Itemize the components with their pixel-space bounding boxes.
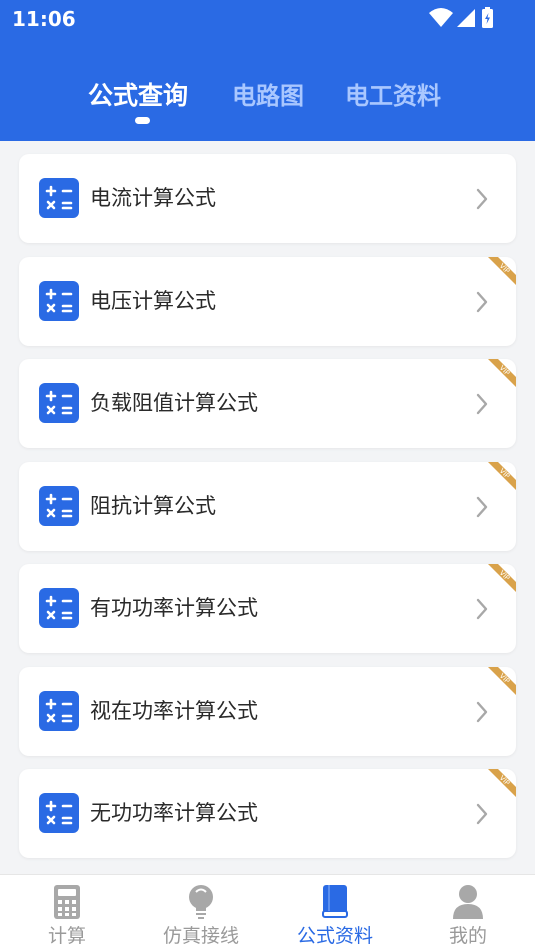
vip-badge: VIP (488, 256, 516, 285)
formula-card[interactable]: 电压计算公式 VIP (19, 256, 516, 346)
lightbulb-icon (189, 885, 213, 919)
calculator-formula-icon (39, 690, 79, 731)
formula-label: 视在功率计算公式 (90, 698, 258, 723)
formula-card[interactable]: 无功功率计算公式 VIP (19, 769, 516, 858)
formula-label: 阻抗计算公式 (90, 493, 216, 518)
chevron-right-icon (476, 803, 488, 825)
chevron-right-icon (476, 496, 488, 517)
chevron-right-icon (476, 701, 488, 722)
calculator-icon (54, 885, 80, 919)
header: 11:06 公式查询 电路图 电工资料 (0, 0, 535, 141)
nav-label-simulation: 仿真接线 (162, 925, 239, 947)
chevron-right-icon (476, 188, 488, 210)
top-tabs: 公式查询 电路图 电工资料 (0, 70, 535, 130)
tab-formula-query[interactable]: 公式查询 (88, 76, 188, 112)
vip-badge: VIP (488, 666, 516, 695)
vip-badge: VIP (488, 359, 516, 387)
chevron-right-icon (476, 598, 488, 620)
nav-item-calculate[interactable]: 计算 (0, 875, 134, 951)
formula-card[interactable]: 阻抗计算公式 VIP (19, 461, 516, 551)
status-icons (429, 7, 493, 28)
battery-charging-icon (482, 7, 493, 28)
bottom-nav: 计算 仿真接线 公式资料 我的 (0, 874, 535, 951)
vip-badge: VIP (488, 564, 516, 592)
formula-card[interactable]: 视在功率计算公式 VIP (19, 666, 516, 756)
chevron-right-icon (476, 393, 488, 415)
status-bar: 11:06 (0, 0, 535, 38)
vip-badge: VIP (488, 769, 516, 797)
formula-label: 电流计算公式 (90, 186, 216, 210)
formula-label: 有功功率计算公式 (90, 596, 258, 620)
calculator-formula-icon (39, 485, 79, 526)
nav-label-calculate: 计算 (47, 925, 86, 947)
tab-indicator (135, 117, 150, 124)
calculator-formula-icon (39, 588, 79, 628)
chevron-right-icon (476, 291, 488, 312)
person-icon (453, 885, 483, 919)
nav-label-mine: 我的 (448, 925, 487, 947)
nav-label-formula-materials: 公式资料 (296, 925, 373, 947)
calculator-formula-icon (39, 793, 79, 833)
formula-label: 电压计算公式 (90, 288, 216, 313)
nav-item-mine[interactable]: 我的 (401, 875, 535, 951)
formula-label: 负载阻值计算公式 (90, 391, 258, 415)
formula-card[interactable]: 电流计算公式 (19, 154, 516, 243)
book-icon (322, 885, 348, 918)
status-time: 11:06 (12, 7, 76, 31)
calculator-formula-icon (39, 383, 79, 423)
formula-label: 无功功率计算公式 (90, 801, 258, 825)
tab-electrician-materials[interactable]: 电工资料 (345, 76, 441, 111)
tab-circuit-diagram[interactable]: 电路图 (232, 76, 304, 111)
formula-card[interactable]: 负载阻值计算公式 VIP (19, 359, 516, 448)
formula-card[interactable]: 有功功率计算公式 VIP (19, 564, 516, 653)
wifi-icon (429, 8, 453, 27)
calculator-formula-icon (39, 280, 79, 321)
signal-icon (457, 9, 475, 27)
calculator-formula-icon (39, 178, 79, 218)
nav-item-formula-materials[interactable]: 公式资料 (268, 875, 402, 951)
vip-badge: VIP (488, 461, 516, 490)
nav-item-simulation[interactable]: 仿真接线 (134, 875, 268, 951)
